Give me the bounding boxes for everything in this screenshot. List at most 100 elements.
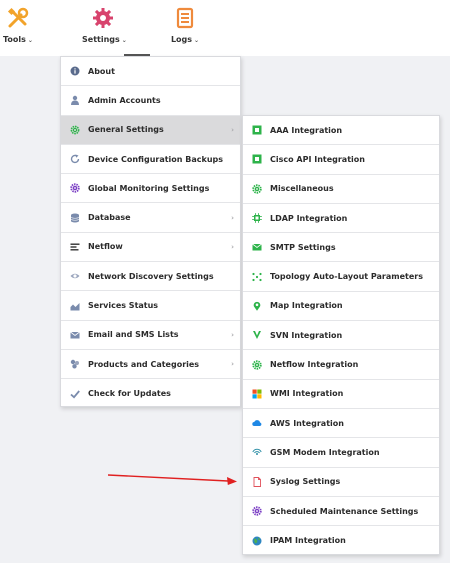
logs-label: Logs bbox=[170, 35, 193, 44]
chevron-down-icon: ⌄ bbox=[194, 37, 200, 44]
square-icon bbox=[252, 125, 262, 135]
chevron-right-icon: › bbox=[231, 360, 234, 369]
submenu-item-ldap-integration[interactable]: LDAP Integration bbox=[243, 204, 439, 234]
gear-icon bbox=[252, 359, 262, 370]
submenu-item-aws-integration[interactable]: AWS Integration bbox=[243, 409, 439, 439]
document-icon bbox=[174, 7, 196, 29]
envelope-icon bbox=[252, 242, 262, 252]
menu-item-label: Database bbox=[88, 213, 131, 223]
menu-item-label: About bbox=[88, 66, 115, 76]
gear-icon bbox=[252, 184, 262, 194]
submenu-item-smtp-settings[interactable]: SMTP Settings bbox=[243, 233, 439, 263]
menu-item-label: WMI Integration bbox=[270, 389, 344, 399]
chevron-down-icon: ⌄ bbox=[121, 37, 127, 44]
signal-icon bbox=[252, 447, 262, 457]
map-pin-icon bbox=[252, 301, 262, 311]
menu-item-general-settings[interactable]: General Settings › bbox=[61, 115, 240, 145]
logs-menu[interactable]: Logs ⌄ bbox=[170, 0, 200, 56]
menu-item-about[interactable]: About bbox=[61, 57, 240, 87]
square-icon bbox=[252, 154, 262, 164]
menu-item-label: Topology Auto-Layout Parameters bbox=[270, 272, 423, 282]
menu-item-label: Check for Updates bbox=[88, 389, 171, 399]
settings-dropdown: About Admin Accounts General Settings › … bbox=[60, 56, 241, 407]
globe-icon bbox=[252, 536, 262, 546]
menu-item-label: IPAM Integration bbox=[270, 536, 346, 546]
submenu-item-wmi-integration[interactable]: WMI Integration bbox=[243, 380, 439, 409]
chevron-right-icon: › bbox=[231, 213, 234, 222]
tools-menu[interactable]: Tools ⌄ bbox=[2, 0, 34, 56]
menu-item-label: Syslog Settings bbox=[270, 477, 341, 487]
menu-item-label: General Settings bbox=[88, 125, 164, 135]
menu-item-global-monitoring-settings[interactable]: Global Monitoring Settings bbox=[61, 174, 240, 204]
menu-item-label: Scheduled Maintenance Settings bbox=[270, 506, 419, 516]
menu-item-database[interactable]: Database › bbox=[61, 203, 240, 233]
gear-icon bbox=[92, 7, 114, 29]
info-icon bbox=[70, 66, 80, 76]
menu-item-check-for-updates[interactable]: Check for Updates bbox=[61, 379, 240, 408]
menu-item-email-and-sms-lists[interactable]: Email and SMS Lists › bbox=[61, 321, 240, 350]
menu-item-services-status[interactable]: Services Status bbox=[61, 291, 240, 321]
menu-item-label: Device Configuration Backups bbox=[88, 154, 224, 164]
menu-item-products-and-categories[interactable]: Products and Categories › bbox=[61, 350, 240, 380]
annotation-arrow bbox=[108, 474, 237, 485]
database-icon bbox=[70, 213, 80, 223]
gear-icon bbox=[252, 506, 262, 516]
menu-item-label: GSM Modem Integration bbox=[270, 447, 380, 457]
menu-item-label: Netflow bbox=[88, 242, 123, 252]
menu-item-label: Map Integration bbox=[270, 301, 343, 311]
top-navigation-bar: Tools ⌄ Settings ⌄ Logs ⌄ bbox=[0, 0, 450, 56]
menu-item-label: Miscellaneous bbox=[270, 184, 334, 194]
submenu-item-miscellaneous[interactable]: Miscellaneous bbox=[243, 175, 439, 204]
user-icon bbox=[70, 95, 80, 106]
gear-icon bbox=[70, 183, 80, 194]
menu-item-label: AWS Integration bbox=[270, 418, 344, 428]
submenu-item-cisco-api-integration[interactable]: Cisco API Integration bbox=[243, 145, 439, 175]
menu-item-label: Netflow Integration bbox=[270, 360, 359, 370]
chevron-right-icon: › bbox=[231, 330, 234, 339]
submenu-item-ipam-integration[interactable]: IPAM Integration bbox=[243, 526, 439, 555]
check-icon bbox=[70, 389, 80, 399]
menu-item-label: Services Status bbox=[88, 301, 159, 311]
menu-item-label: Products and Categories bbox=[88, 359, 200, 369]
file-icon bbox=[252, 476, 262, 487]
dots-icon bbox=[252, 272, 262, 282]
menu-item-label: Email and SMS Lists bbox=[88, 330, 179, 340]
boxes-icon bbox=[70, 359, 80, 369]
netflow-icon bbox=[70, 242, 80, 252]
chevron-right-icon: › bbox=[231, 125, 234, 134]
menu-item-label: Cisco API Integration bbox=[270, 154, 365, 164]
menu-item-network-discovery-settings[interactable]: Network Discovery Settings bbox=[61, 262, 240, 292]
settings-menu[interactable]: Settings ⌄ bbox=[82, 0, 127, 56]
menu-item-label: AAA Integration bbox=[270, 125, 343, 135]
eye-icon bbox=[70, 271, 80, 281]
chart-icon bbox=[70, 301, 80, 311]
svn-icon bbox=[252, 330, 262, 340]
gear-icon bbox=[70, 125, 80, 135]
envelope-icon bbox=[70, 330, 80, 340]
windows-icon bbox=[252, 389, 262, 399]
cloud-icon bbox=[252, 418, 262, 428]
submenu-item-aaa-integration[interactable]: AAA Integration bbox=[243, 116, 439, 146]
submenu-item-netflow-integration[interactable]: Netflow Integration bbox=[243, 350, 439, 380]
chevron-right-icon: › bbox=[231, 242, 234, 251]
menu-item-label: SVN Integration bbox=[270, 330, 343, 340]
chevron-down-icon: ⌄ bbox=[27, 37, 33, 44]
chip-icon bbox=[252, 213, 262, 223]
submenu-item-topology-auto-layout-parameters[interactable]: Topology Auto-Layout Parameters bbox=[243, 262, 439, 292]
menu-item-admin-accounts[interactable]: Admin Accounts bbox=[61, 86, 240, 116]
refresh-icon bbox=[70, 154, 80, 164]
menu-item-label: SMTP Settings bbox=[270, 242, 336, 252]
wrench-screwdriver-icon bbox=[7, 7, 29, 29]
submenu-item-map-integration[interactable]: Map Integration bbox=[243, 292, 439, 322]
menu-item-netflow[interactable]: Netflow › bbox=[61, 233, 240, 263]
submenu-item-gsm-modem-integration[interactable]: GSM Modem Integration bbox=[243, 438, 439, 468]
submenu-item-scheduled-maintenance-settings[interactable]: Scheduled Maintenance Settings bbox=[243, 497, 439, 527]
tools-label: Tools bbox=[3, 35, 26, 44]
submenu-item-svn-integration[interactable]: SVN Integration bbox=[243, 321, 439, 351]
settings-label: Settings bbox=[82, 35, 120, 44]
menu-item-device-configuration-backups[interactable]: Device Configuration Backups bbox=[61, 145, 240, 175]
menu-item-label: Admin Accounts bbox=[88, 95, 161, 105]
menu-item-label: Global Monitoring Settings bbox=[88, 183, 210, 193]
submenu-item-syslog-settings[interactable]: Syslog Settings bbox=[243, 468, 439, 497]
menu-item-label: LDAP Integration bbox=[270, 213, 348, 223]
